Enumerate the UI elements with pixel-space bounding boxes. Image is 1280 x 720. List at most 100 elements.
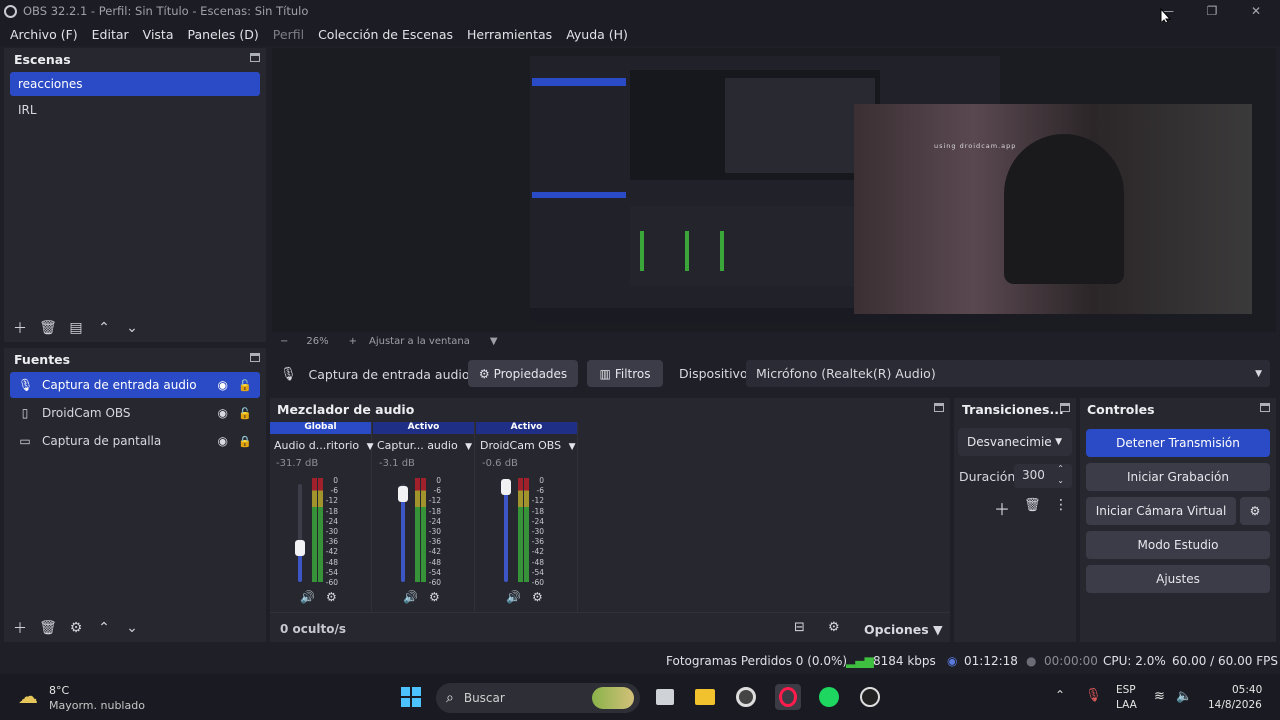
chevron-up-icon[interactable]: ⌃ — [1055, 688, 1065, 702]
channel-name[interactable]: Captur... audio ▼ — [373, 439, 474, 452]
obs-taskbar-icon[interactable] — [857, 684, 883, 710]
scale-tick: -60 — [428, 578, 441, 588]
nested-meter — [720, 231, 724, 271]
add-icon[interactable]: ＋ — [994, 496, 1010, 520]
weather-temp: 8°C — [49, 684, 70, 697]
source-item[interactable]: 🎙 Captura de entrada audio ◉ 🔓 — [10, 372, 260, 398]
advanced-audio-icon[interactable]: ⚙ — [828, 620, 840, 635]
chevron-down-icon[interactable]: ▼ — [490, 336, 498, 347]
preview-area[interactable]: using droidcam.app — [272, 48, 1276, 332]
wifi-icon[interactable]: ≋ — [1154, 689, 1165, 704]
undock-icon[interactable] — [250, 53, 260, 62]
taskbar-search[interactable]: ⌕ Buscar — [436, 683, 640, 713]
fit-window-label[interactable]: Ajustar a la ventana — [369, 336, 470, 347]
settings-button[interactable]: Ajustes — [1086, 565, 1270, 593]
channel-settings-icon[interactable]: ⚙ — [326, 590, 337, 604]
channel-db: -31.7 dB — [276, 458, 319, 469]
start-recording-button[interactable]: Iniciar Grabación — [1086, 463, 1270, 491]
weather-icon: ☁ — [18, 684, 38, 708]
spotify-icon[interactable] — [816, 684, 842, 710]
windows-start-icon[interactable] — [398, 684, 424, 710]
maximize-button[interactable]: ❐ — [1190, 0, 1234, 22]
task-view-icon[interactable] — [652, 684, 678, 710]
eye-icon[interactable]: ◉ — [218, 434, 228, 448]
scale-tick: 0 — [539, 476, 544, 485]
speaker-icon[interactable]: 🔈 — [1176, 689, 1192, 704]
lock-icon[interactable]: 🔒 — [238, 435, 252, 448]
fader-knob[interactable] — [398, 485, 408, 502]
file-explorer-icon[interactable] — [692, 684, 718, 710]
microphone-icon[interactable]: 🎙 — [1085, 688, 1102, 703]
channel-settings-icon[interactable]: ⚙ — [429, 590, 440, 604]
transition-select[interactable]: Desvanecimie ▼ — [958, 428, 1072, 456]
channel-settings-icon[interactable]: ⚙ — [532, 590, 543, 604]
eye-icon[interactable]: ◉ — [218, 406, 228, 420]
zoom-out-icon[interactable]: − — [280, 336, 288, 347]
unlock-icon[interactable]: 🔓 — [238, 379, 252, 392]
undock-icon[interactable] — [250, 353, 260, 362]
trash-icon[interactable]: 🗑 — [36, 620, 60, 636]
undock-icon[interactable] — [1260, 403, 1270, 412]
layout-icon[interactable]: ⊟ — [794, 620, 805, 635]
undock-icon[interactable] — [1060, 403, 1070, 412]
transitions-panel: Transiciones... Desvanecimie ▼ Duración … — [954, 398, 1076, 642]
add-icon[interactable]: ＋ — [8, 618, 32, 638]
droidcam-watermark: using droidcam.app — [934, 142, 1017, 150]
move-up-icon[interactable]: ⌃ — [92, 620, 116, 636]
menu-paneles[interactable]: Paneles (D) — [188, 27, 259, 42]
options-button[interactable]: Opciones ▼ — [864, 622, 943, 637]
fader-knob[interactable] — [295, 539, 305, 556]
studio-mode-button[interactable]: Modo Estudio — [1086, 531, 1270, 559]
gear-icon[interactable]: ⚙ — [64, 620, 88, 636]
scene-item-irl[interactable]: IRL — [10, 98, 260, 122]
menu-perfil[interactable]: Perfil — [273, 27, 304, 42]
channel-name[interactable]: DroidCam OBS ▼ — [476, 439, 577, 452]
volume-icon[interactable]: 🔊 — [300, 590, 315, 604]
filter-icon[interactable]: ▤ — [64, 320, 88, 336]
scale-tick: -24 — [428, 516, 441, 526]
channel-name[interactable]: Audio d...ritorio ▼ — [270, 439, 374, 452]
volume-icon[interactable]: 🔊 — [403, 590, 418, 604]
menu-coleccion[interactable]: Colección de Escenas — [318, 27, 453, 42]
keyboard-layout[interactable]: LAA — [1116, 699, 1137, 711]
add-icon[interactable]: ＋ — [8, 318, 32, 338]
move-down-icon[interactable]: ⌄ — [120, 620, 144, 636]
unlock-icon[interactable]: 🔓 — [238, 407, 252, 420]
virtual-camera-settings-button[interactable]: ⚙ — [1240, 497, 1270, 525]
opera-icon[interactable] — [775, 684, 801, 710]
fader-knob[interactable] — [501, 478, 511, 495]
stop-streaming-button[interactable]: Detener Transmisión — [1086, 429, 1270, 457]
menu-ayuda[interactable]: Ayuda (H) — [566, 27, 628, 42]
volume-icon[interactable]: 🔊 — [506, 590, 521, 604]
language-code[interactable]: ESP — [1116, 684, 1136, 696]
scale-tick: -18 — [531, 506, 544, 516]
more-options-icon[interactable]: ⋮ — [1054, 497, 1068, 513]
scale-tick: -6 — [536, 486, 544, 496]
mixer-panel: Mezclador de audio Global Audio d...rito… — [270, 398, 950, 642]
trash-icon[interactable]: 🗑 — [36, 320, 60, 336]
chrome-icon[interactable] — [733, 684, 759, 710]
eye-icon[interactable]: ◉ — [218, 378, 228, 392]
move-up-icon[interactable]: ⌃ — [92, 320, 116, 336]
stepper-icon[interactable]: ⌃ ⌄ — [1057, 463, 1064, 487]
close-button[interactable]: ✕ — [1234, 0, 1278, 22]
filters-button[interactable]: ▥ Filtros — [587, 360, 663, 387]
controls-panel: Controles Detener Transmisión Iniciar Gr… — [1080, 398, 1276, 642]
source-item[interactable]: ▭ Captura de pantalla ◉ 🔒 — [10, 428, 260, 454]
device-select[interactable]: Micrófono (Realtek(R) Audio) ▼ — [746, 360, 1270, 387]
menu-vista[interactable]: Vista — [143, 27, 174, 42]
menu-herramientas[interactable]: Herramientas — [467, 27, 552, 42]
zoom-in-icon[interactable]: + — [349, 336, 357, 347]
trash-icon[interactable]: 🗑 — [1024, 498, 1041, 513]
source-item[interactable]: ▯ DroidCam OBS ◉ 🔓 — [10, 400, 260, 426]
properties-button[interactable]: ⚙ Propiedades — [468, 360, 578, 387]
person-silhouette — [1004, 134, 1124, 284]
undock-icon[interactable] — [934, 403, 944, 412]
monitor-icon: ▭ — [19, 434, 31, 448]
menu-editar[interactable]: Editar — [92, 27, 129, 42]
start-virtual-camera-button[interactable]: Iniciar Cámara Virtual — [1086, 497, 1236, 525]
scene-item-reacciones[interactable]: reacciones — [10, 72, 260, 96]
duration-input[interactable]: 300 ⌃ ⌄ — [1014, 464, 1072, 488]
move-down-icon[interactable]: ⌄ — [120, 320, 144, 336]
menu-archivo[interactable]: Archivo (F) — [10, 27, 78, 42]
